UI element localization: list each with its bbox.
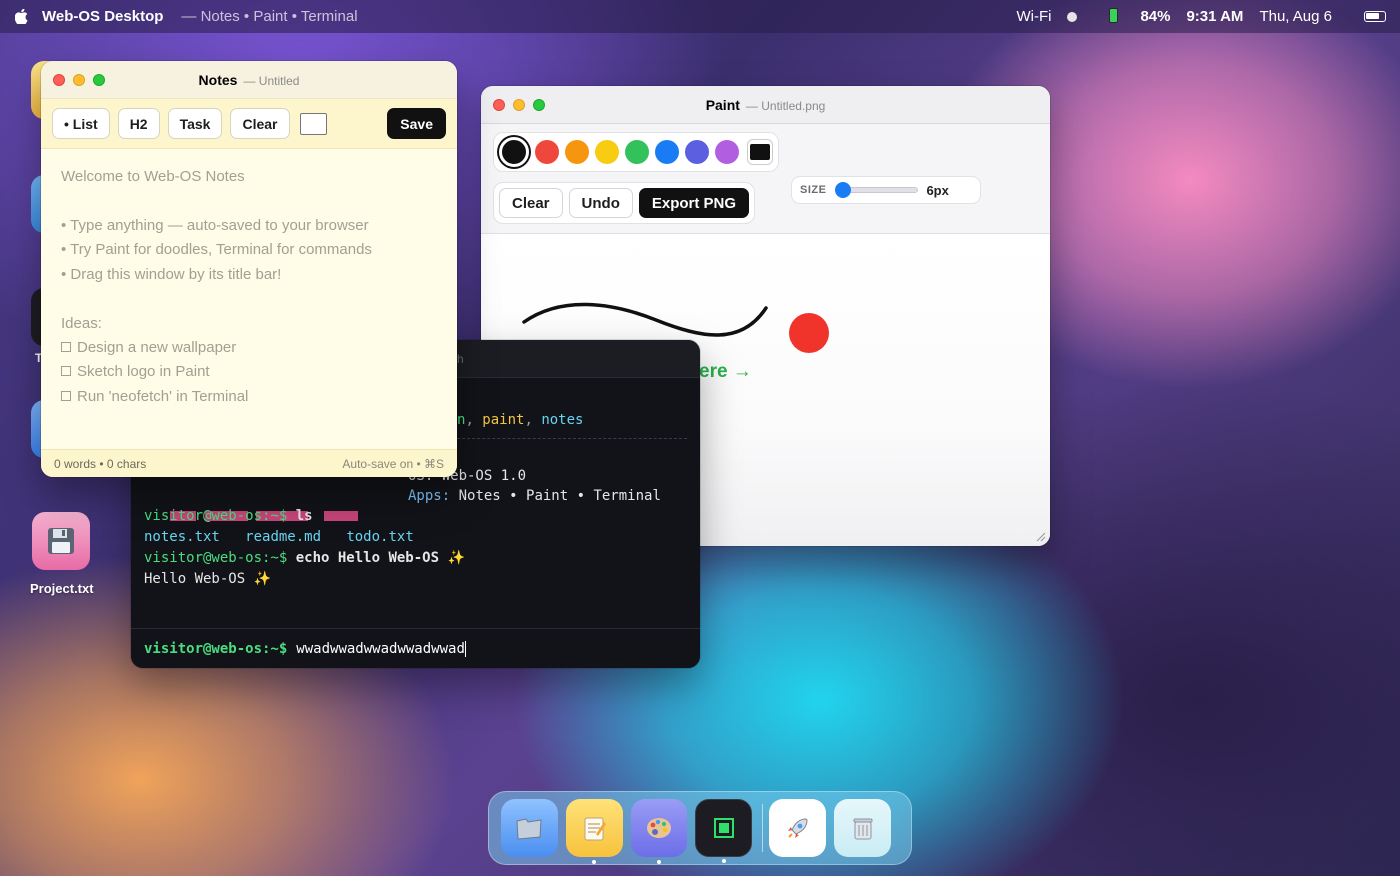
wifi-status[interactable]: Wi-Fi [1000, 8, 1078, 25]
text-color-picker[interactable] [299, 112, 327, 135]
terminal-title-fragment: h [457, 352, 464, 366]
notes-line: • Type anything — auto-saved to your bro… [61, 217, 369, 234]
notes-line: Welcome to Web-OS Notes [61, 168, 245, 185]
text-caret [464, 640, 466, 657]
terminal-input-row[interactable]: visitor@web-os:~$ wwadwwadwwadwwadwwad [131, 628, 700, 668]
brush-size-slider[interactable] [835, 182, 919, 198]
battery-icon [1109, 8, 1119, 23]
terminal-divider [457, 438, 687, 439]
running-indicator [657, 860, 662, 864]
dock-trash[interactable] [834, 799, 891, 857]
floppy-disk-icon [32, 512, 90, 570]
battery-percent: 84% [1140, 8, 1171, 25]
h2-button[interactable]: H2 [117, 108, 160, 139]
notes-titlebar[interactable]: Notes — Untitled [41, 61, 457, 99]
dock [488, 791, 912, 865]
app-title[interactable]: Web-OS Desktop [42, 8, 163, 25]
export-png-button[interactable]: Export PNG [638, 188, 750, 218]
wifi-label: Wi-Fi [1016, 8, 1052, 25]
minimize-button[interactable] [73, 73, 85, 86]
notes-line: • Try Paint for doodles, Terminal for co… [61, 241, 372, 258]
paint-titlebar[interactable]: Paint — Untitled.png [481, 86, 1050, 124]
paint-actions: Clear Undo Export PNG [493, 182, 756, 224]
checkbox-icon [61, 342, 71, 352]
notes-window[interactable]: Notes — Untitled • List H2 Task Clear Sav… [41, 61, 457, 477]
menu-bar: Web-OS Desktop — Notes • Paint • Termina… [0, 0, 1400, 33]
notes-task-item: Design a new wallpaper [61, 339, 236, 356]
notes-task-item: Sketch logo in Paint [61, 363, 210, 380]
word-count: 0 words • 0 chars [54, 456, 147, 471]
dock-launchpad[interactable] [769, 799, 827, 857]
swatch-blue[interactable] [655, 140, 679, 164]
close-button[interactable] [53, 73, 65, 86]
notes-editor[interactable]: Welcome to Web-OS Notes • Type anything … [41, 149, 457, 449]
running-indicator [721, 859, 726, 863]
brush-size-control: SIZE 6px [791, 176, 981, 204]
notes-status-bar: 0 words • 0 chars Auto-save on • ⌘S [41, 449, 457, 477]
save-button[interactable]: Save [387, 108, 446, 139]
swatch-purple[interactable] [715, 140, 739, 164]
battery-outline-icon[interactable] [1348, 8, 1386, 25]
clear-button[interactable]: Clear [230, 108, 290, 139]
desktop-icon-project[interactable]: Project.txt [30, 512, 94, 596]
terminal-line-ls: visitor@web-os:~$ ls [144, 508, 313, 524]
autosave-status: Auto-save on • ⌘S [342, 456, 444, 471]
terminal-ls-output: notes.txt readme.md todo.txt [144, 529, 414, 545]
undo-button[interactable]: Undo [568, 188, 633, 218]
swatch-orange[interactable] [565, 140, 589, 164]
swatch-black[interactable] [499, 137, 529, 167]
canvas-hint-text: ere → [699, 361, 752, 382]
apple-logo-icon[interactable] [14, 9, 28, 25]
maximize-button[interactable] [93, 73, 105, 86]
dock-paint[interactable] [630, 799, 688, 864]
maximize-button[interactable] [533, 98, 545, 111]
color-palette [493, 132, 779, 172]
terminal-prompt: visitor@web-os:~$ [144, 640, 288, 657]
palette-icon [647, 818, 672, 838]
running-indicator [592, 860, 597, 864]
notes-task-item: Run 'neofetch' in Terminal [61, 388, 248, 405]
swatch-indigo[interactable] [685, 140, 709, 164]
desktop-icon-label: Project.txt [30, 581, 94, 596]
battery-status[interactable]: 84% [1093, 8, 1170, 25]
dock-terminal[interactable] [695, 799, 753, 863]
dock-finder[interactable] [501, 799, 558, 857]
task-button[interactable]: Task [167, 108, 223, 139]
resize-grip-icon[interactable] [1034, 530, 1046, 542]
notes-line: Ideas: [61, 315, 102, 332]
neofetch-bar-4 [324, 511, 358, 521]
size-label: SIZE [800, 184, 827, 196]
size-value: 6px [926, 182, 949, 198]
trash-icon [853, 818, 873, 840]
swatch-green[interactable] [625, 140, 649, 164]
terminal-echo-output: Hello Web-OS ✨ [144, 571, 272, 587]
terminal-apps-line: n, paint, notes [457, 412, 584, 428]
minimize-button[interactable] [513, 98, 525, 111]
custom-color-picker[interactable] [747, 139, 773, 165]
app-subtitle: — Notes • Paint • Terminal [181, 8, 358, 25]
swatch-red[interactable] [535, 140, 559, 164]
folder-icon [516, 818, 542, 840]
rocket-icon [787, 818, 808, 838]
notes-line: • Drag this window by its title bar! [61, 266, 282, 283]
terminal-apps-info: Apps: Notes • Paint • Terminal [408, 488, 661, 504]
clear-canvas-button[interactable]: Clear [499, 188, 563, 218]
paint-toolbar: SIZE 6px Clear Undo Export PNG [481, 124, 1050, 234]
terminal-line-echo: visitor@web-os:~$ echo Hello Web-OS ✨ [144, 550, 465, 566]
checkbox-icon [61, 391, 71, 401]
wifi-indicator-icon [1067, 12, 1078, 23]
notes-toolbar: • List H2 Task Clear Save [41, 99, 457, 149]
close-button[interactable] [493, 98, 505, 111]
swatch-yellow[interactable] [595, 140, 619, 164]
clock-time[interactable]: 9:31 AM [1186, 8, 1243, 25]
dock-notes[interactable] [565, 799, 623, 864]
list-button[interactable]: • List [52, 108, 110, 139]
paint-window-title: Paint — Untitled.png [705, 97, 826, 113]
terminal-input[interactable]: wwadwwadwwadwwadwwad [296, 641, 465, 657]
notepad-icon [584, 817, 607, 841]
dock-separator [762, 804, 764, 852]
terminal-icon [713, 818, 734, 838]
clock-date[interactable]: Thu, Aug 6 [1259, 8, 1332, 25]
checkbox-icon [61, 366, 71, 376]
